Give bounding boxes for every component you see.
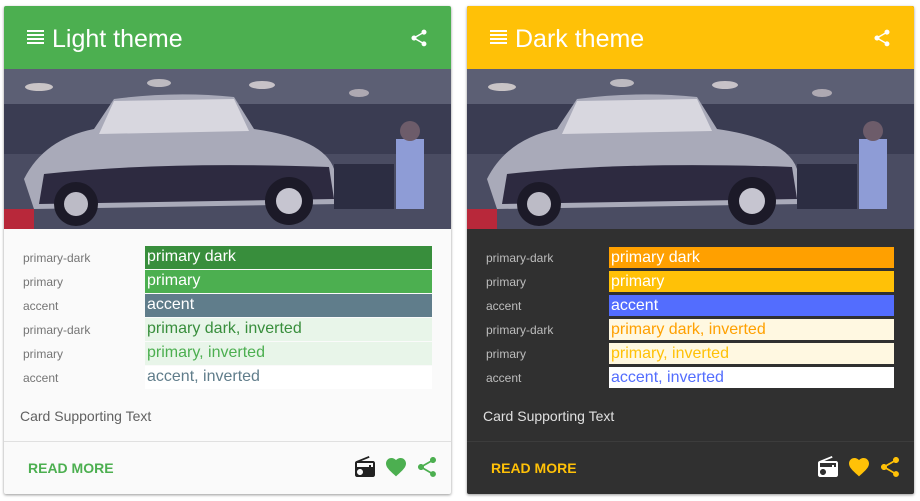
card-dark-theme: Dark theme primary-dark primary dark prima… bbox=[467, 6, 914, 494]
share-icon[interactable] bbox=[878, 455, 902, 479]
swatch-row: accent accent bbox=[4, 294, 451, 317]
read-more-button[interactable]: READ MORE bbox=[28, 460, 114, 476]
swatch-row: primary-dark primary dark, inverted bbox=[467, 318, 914, 341]
swatch-color: accent, inverted bbox=[608, 366, 895, 389]
card-supporting-text: Card Supporting Text bbox=[483, 408, 615, 424]
swatch-color: primary dark bbox=[145, 246, 432, 269]
swatch-label: primary bbox=[23, 275, 64, 289]
swatch-color: primary bbox=[145, 270, 432, 293]
share-icon[interactable] bbox=[409, 27, 429, 49]
swatch-label: primary bbox=[486, 347, 527, 361]
menu-icon[interactable] bbox=[27, 30, 44, 44]
card-light-theme: Light theme primary-dark primary dark prim… bbox=[4, 6, 451, 494]
swatch-label: accent bbox=[486, 299, 522, 313]
swatch-row: primary-dark primary dark bbox=[467, 246, 914, 269]
swatch-color: accent bbox=[608, 294, 895, 317]
card-title-bar: Dark theme bbox=[467, 6, 914, 69]
heart-icon[interactable] bbox=[384, 455, 408, 479]
swatch-row: primary primary, inverted bbox=[467, 342, 914, 365]
swatch-row: primary primary bbox=[4, 270, 451, 293]
heart-icon[interactable] bbox=[847, 455, 871, 479]
swatch-color: primary dark bbox=[608, 246, 895, 269]
swatch-row: primary primary bbox=[467, 270, 914, 293]
swatch-row: primary-dark primary dark bbox=[4, 246, 451, 269]
card-action-icons bbox=[353, 455, 439, 479]
swatch-label: primary bbox=[23, 347, 64, 361]
radio-icon[interactable] bbox=[353, 455, 377, 479]
card-action-icons bbox=[816, 455, 902, 479]
swatch-color: primary bbox=[608, 270, 895, 293]
swatch-label: primary-dark bbox=[486, 251, 554, 265]
share-icon[interactable] bbox=[415, 455, 439, 479]
swatch-color: accent bbox=[145, 294, 432, 317]
card-media-image bbox=[4, 69, 451, 229]
swatch-label: primary bbox=[486, 275, 527, 289]
card-title: Light theme bbox=[52, 25, 183, 53]
swatch-label: accent bbox=[486, 371, 522, 385]
card-title: Dark theme bbox=[515, 25, 645, 53]
share-icon[interactable] bbox=[872, 27, 892, 49]
swatch-label: accent bbox=[23, 299, 59, 313]
radio-icon[interactable] bbox=[816, 455, 840, 479]
card-title-bar: Light theme bbox=[4, 6, 451, 69]
swatch-color: primary dark, inverted bbox=[145, 318, 432, 341]
read-more-button[interactable]: READ MORE bbox=[491, 460, 577, 476]
card-media-image bbox=[467, 69, 914, 229]
swatch-label: primary-dark bbox=[23, 323, 91, 337]
swatch-label: accent bbox=[23, 371, 59, 385]
swatch-label: primary-dark bbox=[486, 323, 554, 337]
card-actions-divider bbox=[4, 441, 451, 442]
swatch-row: accent accent, inverted bbox=[467, 366, 914, 389]
swatch-label: primary-dark bbox=[23, 251, 91, 265]
swatch-color: primary, inverted bbox=[145, 342, 432, 365]
swatch-color: accent, inverted bbox=[145, 366, 432, 389]
card-supporting-text: Card Supporting Text bbox=[20, 408, 152, 424]
swatch-color: primary dark, inverted bbox=[608, 318, 895, 341]
menu-icon[interactable] bbox=[490, 30, 507, 44]
swatch-row: accent accent bbox=[467, 294, 914, 317]
swatch-row: accent accent, inverted bbox=[4, 366, 451, 389]
swatch-row: primary primary, inverted bbox=[4, 342, 451, 365]
swatch-row: primary-dark primary dark, inverted bbox=[4, 318, 451, 341]
card-actions-divider bbox=[467, 441, 914, 442]
swatch-color: primary, inverted bbox=[608, 342, 895, 365]
